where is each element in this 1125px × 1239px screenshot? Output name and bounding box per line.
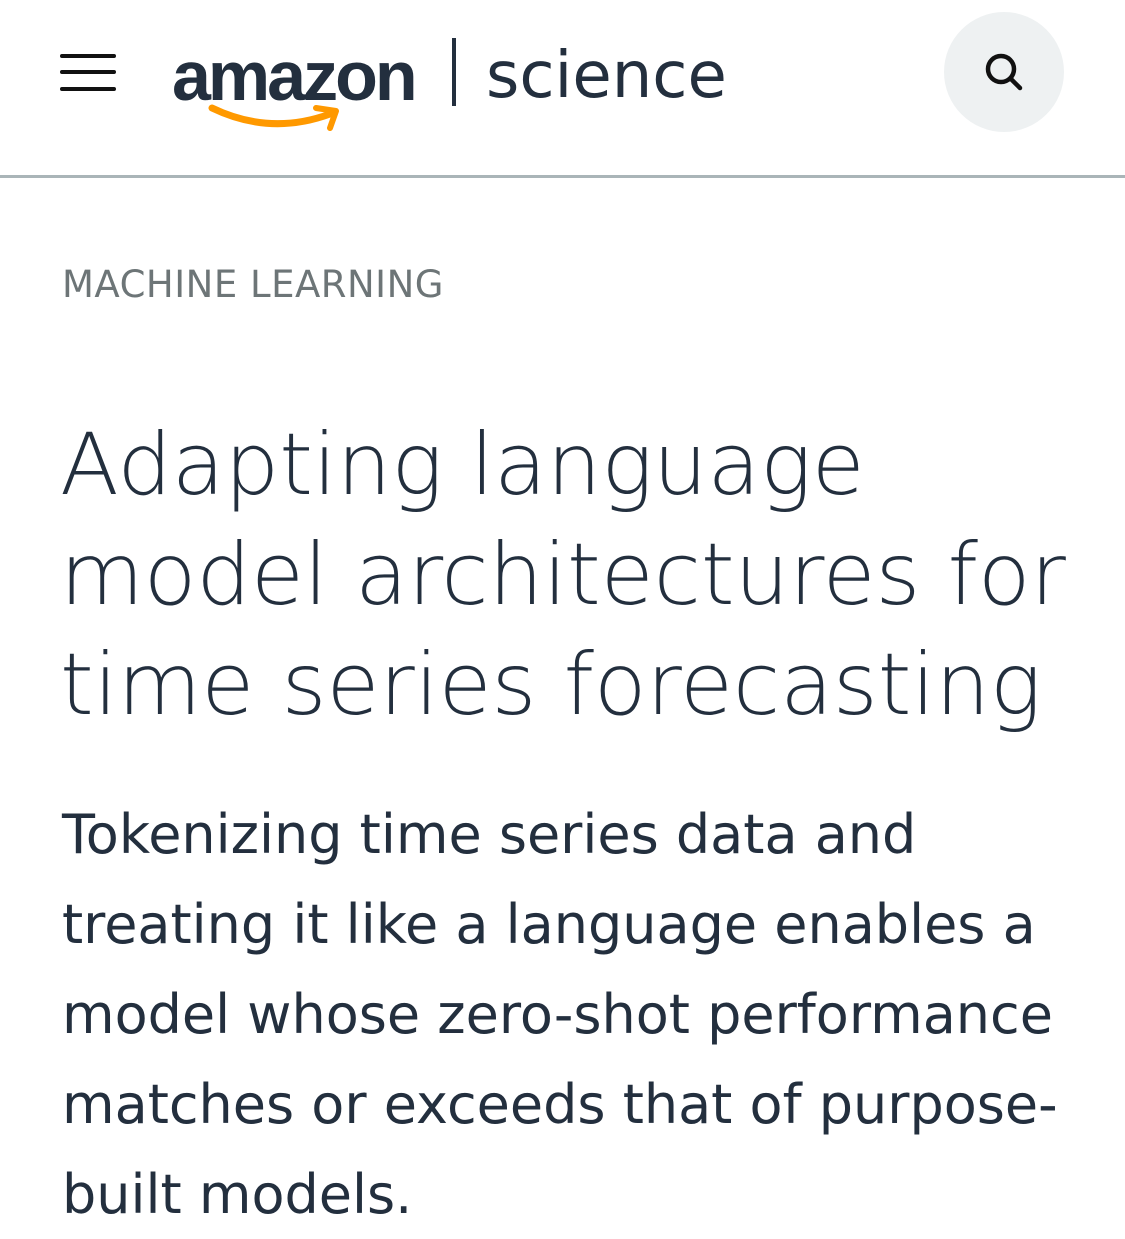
amazon-science-logo[interactable]: amazon science (172, 30, 732, 140)
amazon-smile-icon (208, 104, 339, 131)
hamburger-menu-icon[interactable] (58, 52, 118, 94)
title-line: Adapting language (60, 415, 865, 515)
article-title: Adapting language model architectures fo… (60, 410, 1090, 740)
search-button[interactable] (944, 12, 1064, 132)
search-icon (985, 53, 1023, 91)
menu-bar (60, 54, 116, 58)
summary-line: treating it like a language enables a (62, 893, 1036, 956)
summary-line: built models. (62, 1163, 413, 1226)
title-line: time series forecasting (60, 635, 1042, 735)
menu-bar (60, 70, 116, 74)
article-summary: Tokenizing time series data and treating… (62, 790, 1082, 1239)
summary-line: matches or exceeds that of purpose- (62, 1073, 1058, 1136)
summary-line: model whose zero-shot performance (62, 983, 1053, 1046)
title-line: model architectures for (60, 525, 1066, 625)
summary-line: Tokenizing time series data and (62, 803, 917, 866)
logo-section-text: science (486, 39, 727, 113)
category-link[interactable]: MACHINE LEARNING (62, 262, 444, 308)
logo-divider (452, 38, 456, 106)
site-header: amazon science (0, 0, 1125, 178)
menu-bar (60, 87, 116, 91)
